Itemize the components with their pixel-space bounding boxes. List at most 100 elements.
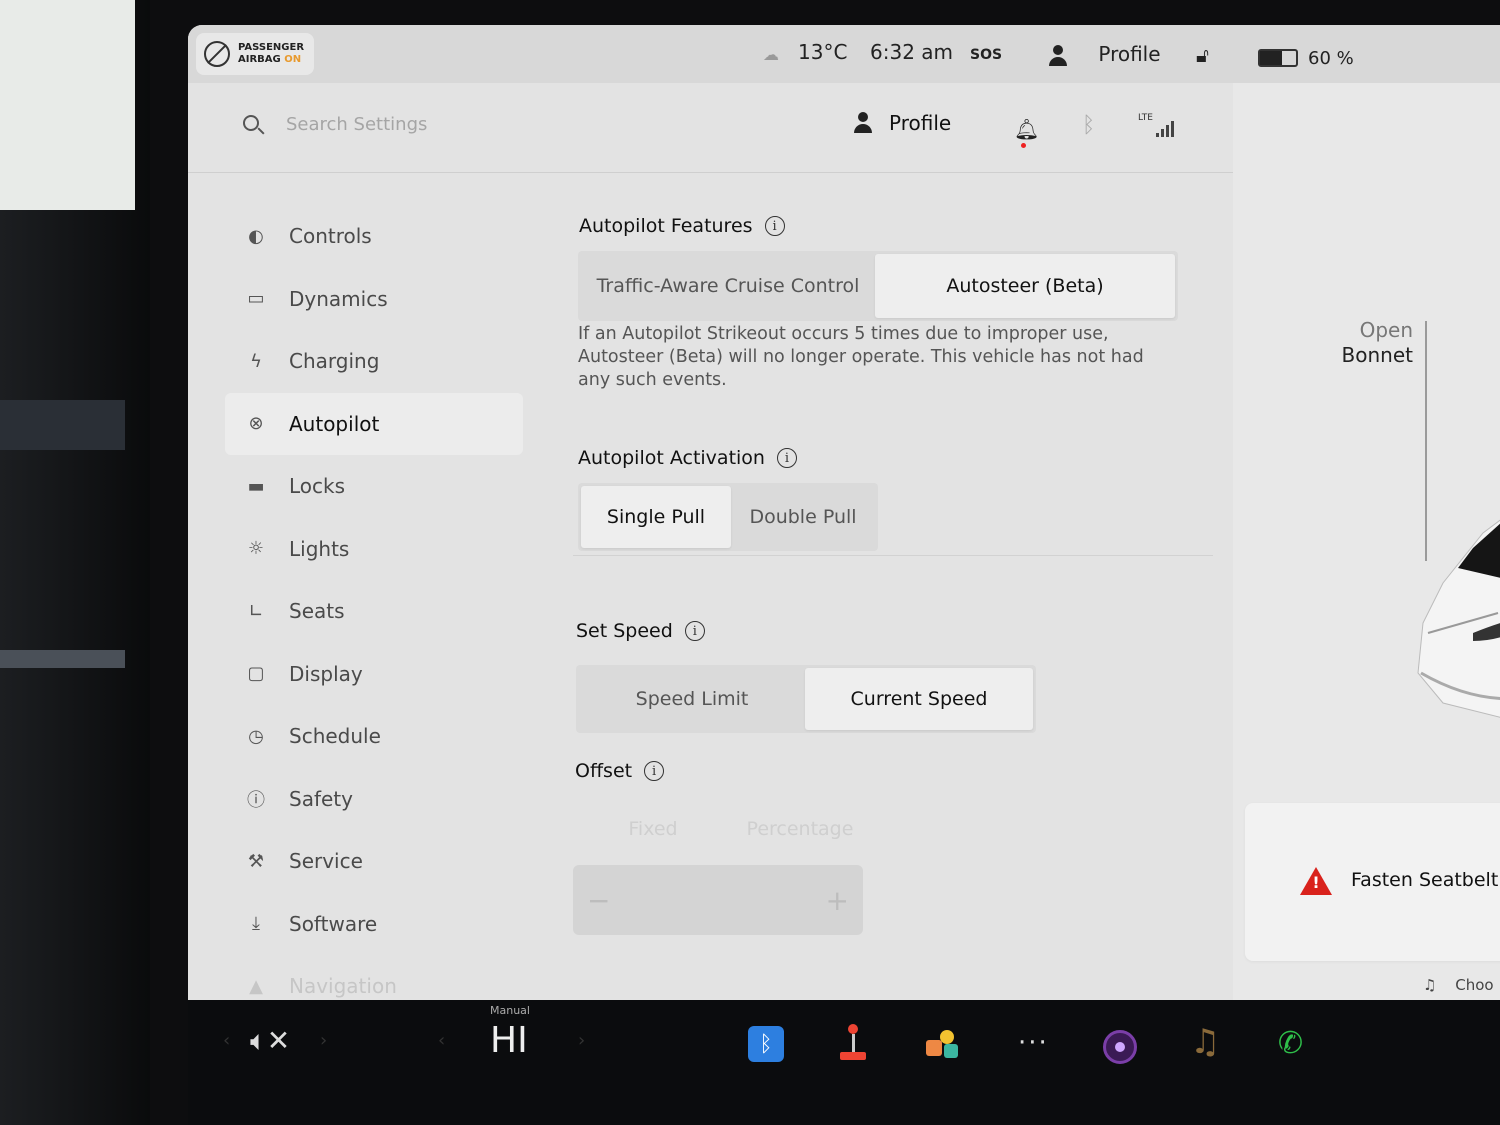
sidebar-item-dynamics[interactable]: ▭ Dynamics — [225, 268, 525, 331]
section-title-set-speed: Set Speed i — [576, 620, 705, 642]
settings-header: Profile 🔔︎ ᛒ LTE — [188, 83, 1233, 173]
sidebar-item-display[interactable]: ▢ Display — [225, 643, 525, 706]
toybox-icon[interactable] — [926, 1026, 964, 1062]
section-title-features: Autopilot Features i — [579, 215, 785, 237]
option-speed-limit[interactable]: Speed Limit — [579, 668, 805, 730]
increase-button[interactable]: + — [826, 884, 849, 917]
info-icon[interactable]: i — [764, 216, 785, 236]
autopilot-activation-selector: Single Pull Double Pull — [578, 483, 878, 551]
sidebar-item-label: Navigation — [289, 974, 397, 999]
chevron-left-icon[interactable]: ‹ — [223, 1030, 230, 1051]
sidebar-item-autopilot[interactable]: ⊗ Autopilot — [225, 392, 523, 455]
offset-stepper: − + — [573, 865, 863, 935]
car-illustration — [1417, 519, 1500, 718]
car-icon: ▭ — [247, 288, 265, 310]
sidebar-item-label: Dynamics — [289, 286, 388, 311]
alert-text: Fasten Seatbelt — [1351, 869, 1499, 891]
sidebar-item-label: Service — [289, 849, 363, 874]
camera-icon[interactable] — [1103, 1030, 1137, 1064]
option-current-speed[interactable]: Current Speed — [805, 668, 1033, 730]
vehicle-panel: Open Bonnet ! Fasten Seatbelt ♫ Choo — [1233, 83, 1500, 1000]
info-icon[interactable]: i — [684, 621, 705, 641]
divider — [573, 555, 1213, 556]
temperature[interactable]: 13°C — [798, 40, 847, 64]
chevron-left-icon[interactable]: ‹ — [438, 1030, 445, 1051]
sidebar-item-label: Schedule — [289, 724, 381, 749]
profile-label-top: Profile — [1098, 42, 1161, 66]
profile-button-top[interactable]: Profile — [1048, 42, 1161, 67]
unlocked-icon[interactable]: 🔓︎ — [1196, 43, 1209, 67]
open-bonnet-button[interactable]: Open Bonnet — [1303, 318, 1413, 368]
chevron-right-icon[interactable]: › — [320, 1030, 327, 1051]
safety-icon: ⓘ — [247, 789, 265, 811]
sidebar-item-charging[interactable]: ϟ Charging — [225, 330, 525, 393]
sidebar-item-controls[interactable]: ◐ Controls — [225, 205, 525, 268]
strikeout-description: If an Autopilot Strikeout occurs 5 times… — [578, 324, 1144, 390]
sidebar-item-label: Safety — [289, 786, 353, 811]
download-icon: ⤓ — [252, 913, 260, 935]
dash-trim — [0, 400, 125, 450]
bluetooth-icon[interactable]: ᛒ — [1082, 113, 1095, 138]
profile-button[interactable]: Profile — [853, 111, 951, 135]
battery-icon — [1258, 49, 1298, 67]
chevron-right-icon[interactable]: › — [578, 1030, 585, 1051]
section-title-activation: Autopilot Activation i — [578, 447, 797, 469]
info-icon[interactable]: i — [776, 448, 797, 468]
background-wall — [0, 0, 135, 210]
search-input[interactable] — [286, 109, 586, 139]
person-icon — [853, 112, 873, 134]
sidebar-item-service[interactable]: ⚒ Service — [225, 830, 525, 893]
sidebar-item-label: Lights — [289, 536, 350, 561]
bluetooth-app-icon[interactable]: ᛒ — [748, 1026, 784, 1062]
navigation-icon: ▲ — [249, 975, 263, 997]
sidebar-item-software[interactable]: ⤓ Software — [225, 893, 525, 956]
search-icon — [243, 115, 259, 131]
volume-muted-icon[interactable]: 🔈︎✕ — [250, 1024, 290, 1058]
more-icon[interactable]: ··· — [1018, 1028, 1049, 1058]
sun-icon: ☼ — [247, 538, 265, 560]
touchscreen: PASSENGER AIRBAG ON ☁ 13°C 6:32 am SOS P… — [188, 25, 1500, 1000]
sidebar-item-label: Seats — [289, 599, 345, 624]
profile-label: Profile — [889, 111, 952, 135]
notification-dot — [1021, 143, 1026, 148]
option-single-pull[interactable]: Single Pull — [581, 486, 731, 548]
music-source[interactable]: ♫ Choo — [1423, 976, 1494, 994]
lightning-icon: ϟ — [250, 350, 262, 372]
sidebar-item-schedule[interactable]: ◷ Schedule — [225, 705, 525, 768]
toggle-icon: ◐ — [248, 225, 264, 247]
sidebar-item-locks[interactable]: ▬ Locks — [225, 455, 525, 518]
option-traffic-aware-cruise-control[interactable]: Traffic-Aware Cruise Control — [581, 254, 875, 318]
option-percentage[interactable]: Percentage — [728, 798, 872, 860]
sos-button[interactable]: SOS — [970, 47, 1002, 63]
battery-percent: 60 % — [1308, 48, 1354, 69]
dash-trim — [0, 650, 125, 668]
settings-sidebar: ◐ Controls ▭ Dynamics ϟ Charging ⊗ Autopilot ▬ Lo… — [225, 205, 525, 1000]
passenger-airbag-indicator: PASSENGER AIRBAG ON — [196, 33, 314, 75]
status-bar: PASSENGER AIRBAG ON ☁ 13°C 6:32 am SOS P… — [188, 25, 1500, 83]
option-fixed[interactable]: Fixed — [578, 798, 728, 860]
sidebar-item-safety[interactable]: ⓘ Safety — [225, 768, 525, 831]
seatbelt-alert[interactable]: ! Fasten Seatbelt — [1245, 803, 1500, 961]
phone-icon[interactable]: ✆ — [1278, 1026, 1303, 1061]
sidebar-item-lights[interactable]: ☼ Lights — [225, 518, 525, 581]
sidebar-item-label: Charging — [289, 349, 380, 374]
music-icon[interactable]: ♫ — [1190, 1022, 1220, 1062]
set-speed-selector: Speed Limit Current Speed — [576, 665, 1036, 733]
joystick-icon[interactable] — [840, 1024, 866, 1064]
bezel-left — [0, 0, 150, 1125]
sidebar-item-label: Controls — [289, 224, 372, 249]
weather-icon: ☁ — [763, 45, 779, 64]
wrench-icon: ⚒ — [247, 850, 265, 872]
sidebar-item-navigation[interactable]: ▲ Navigation — [225, 955, 525, 1000]
sidebar-item-seats[interactable]: ∟ Seats — [225, 580, 525, 643]
info-icon[interactable]: i — [644, 761, 665, 781]
option-autosteer[interactable]: Autosteer (Beta) — [875, 254, 1175, 318]
sidebar-item-label: Autopilot — [289, 411, 380, 436]
decrease-button[interactable]: − — [587, 884, 610, 917]
music-note-icon: ♫ — [1423, 976, 1437, 994]
bell-icon[interactable]: 🔔︎ — [1014, 117, 1039, 141]
climate-temperature[interactable]: HI — [490, 1020, 528, 1061]
alarm-icon: ◷ — [248, 725, 264, 747]
person-icon — [1048, 44, 1068, 67]
option-double-pull[interactable]: Double Pull — [731, 486, 875, 548]
